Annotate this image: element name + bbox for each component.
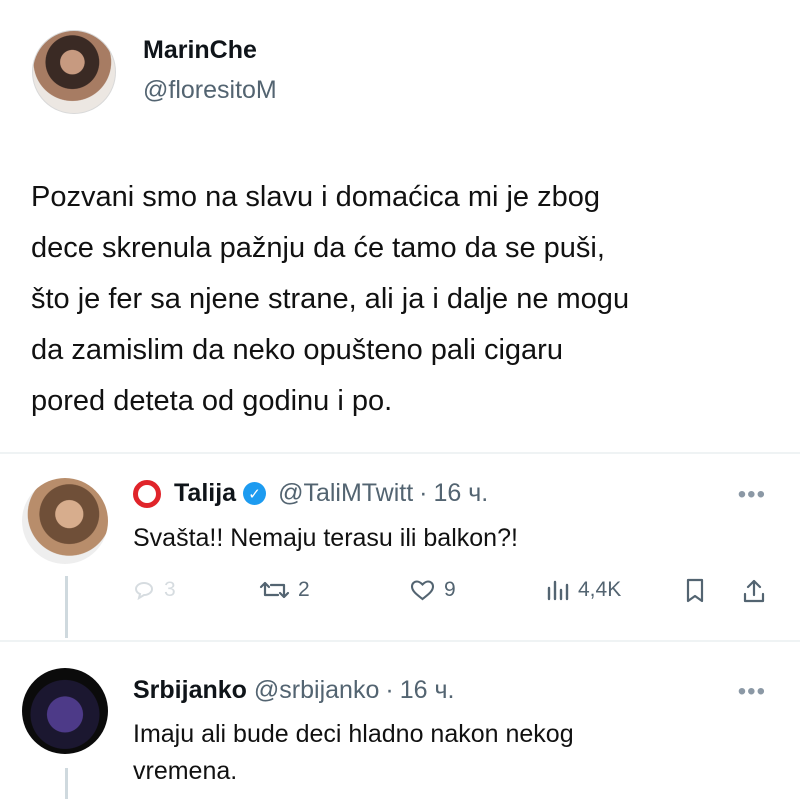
avatar[interactable] [22, 668, 108, 754]
reply-text: Imaju ali bude deci hladno nakon nekog v… [133, 720, 574, 785]
author-name[interactable]: MarinChe [143, 36, 257, 65]
share-button[interactable] [741, 577, 767, 605]
thread-line [65, 768, 68, 799]
reply-author-name[interactable]: Srbijanko [133, 676, 247, 705]
tweet-text: Pozvani smo na slavu i domaćica mi je zb… [31, 181, 630, 417]
like-count: 9 [444, 578, 456, 601]
verified-icon: ✓ [243, 482, 267, 505]
meta-separator: · [419, 479, 428, 507]
reply-icon [134, 582, 154, 601]
views-icon [547, 580, 569, 601]
author-handle[interactable]: @floresitoM [143, 76, 277, 105]
heart-icon [410, 580, 435, 601]
avatar[interactable] [22, 478, 108, 564]
tweet-actions: 3 2 9 4,4K [0, 570, 800, 620]
reply-author-name[interactable]: Talija [174, 479, 236, 508]
reply-time[interactable]: 16 ч. [400, 676, 455, 705]
reply-count: 3 [164, 578, 176, 601]
main-tweet: MarinChe @floresitoM Pozvani smo na slav… [0, 0, 800, 452]
bookmark-icon [686, 578, 704, 603]
more-icon[interactable]: ••• [738, 678, 766, 706]
retweet-count: 2 [298, 578, 310, 601]
meta-separator: · [385, 676, 394, 704]
reply-header: Talija ✓ @TaliMTwitt · 16 ч. [133, 479, 488, 508]
view-count: 4,4K [578, 578, 622, 601]
share-icon [743, 579, 765, 603]
avatar[interactable] [32, 30, 116, 114]
views-button[interactable]: 4,4K [545, 578, 621, 602]
more-icon[interactable]: ••• [738, 481, 766, 509]
reply-author-handle[interactable]: @TaliMTwitt [278, 479, 413, 508]
reply-author-handle[interactable]: @srbijanko [254, 676, 379, 705]
reply-text: Svašta!! Nemaju terasu ili balkon?! [133, 524, 518, 552]
like-button[interactable]: 9 [409, 578, 456, 602]
retweet-button[interactable]: 2 [259, 578, 310, 602]
retweet-icon [259, 581, 290, 599]
bookmark-button[interactable] [684, 577, 706, 604]
reply-action-button[interactable]: 3 [132, 578, 176, 602]
red-ring-icon [133, 479, 161, 508]
reply-tweet-srbijanko: Srbijanko @srbijanko · 16 ч. ••• Imaju a… [0, 642, 800, 799]
reply-tweet-talija: Talija ✓ @TaliMTwitt · 16 ч. ••• Svašta!… [0, 454, 800, 638]
reply-header: Srbijanko @srbijanko · 16 ч. [133, 676, 454, 705]
reply-time[interactable]: 16 ч. [434, 479, 489, 508]
